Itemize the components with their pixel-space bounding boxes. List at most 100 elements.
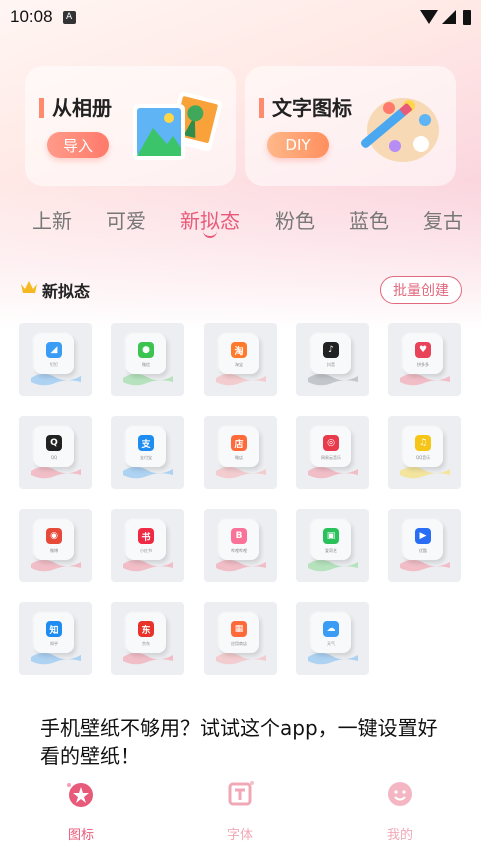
icon-app-name: 应用商店 [231,641,247,646]
icon-tile[interactable]: ● 微信 [111,323,184,396]
profile-tab-icon [388,782,412,806]
icon-tile[interactable]: ♫ QQ音乐 [388,416,461,489]
crown-icon [21,281,37,293]
icon-app-name: 支付宝 [140,455,152,460]
icon-preview: 支支付宝 [126,427,166,467]
icon-app-name: QQ [50,455,58,460]
batch-create-button[interactable]: 批量创建 [380,276,462,304]
battery-icon [463,9,471,25]
photo-gallery-icon [133,91,223,160]
icon-app-name: 天气 [327,641,335,646]
tab-retro[interactable]: 复古 [423,205,463,234]
promo-text[interactable]: 手机壁纸不够用？试试这个app，一键设置好看的壁纸！ [40,714,450,770]
icon-app-name: 微信 [142,362,150,367]
status-time: 10:08 [10,7,53,26]
icon-app-name: 抖音 [327,362,335,367]
icon-tile[interactable]: ♥ 拼多多 [388,323,461,396]
app-logo-icon: Q [46,435,62,451]
paint-palette-icon [361,98,439,162]
status-indicators [420,9,471,25]
icon-preview: 知知乎 [34,613,74,653]
icon-tile[interactable]: 店微店 [204,416,277,489]
icon-app-name: 淘宝 [235,362,243,367]
signal-icon [442,10,456,24]
icon-app-name: 知乎 [50,641,58,646]
app-logo-icon: 东 [138,621,154,637]
bottom-nav: 图标 字体 我的 [0,770,481,855]
icon-tile[interactable]: ◉ 微博 [19,509,92,582]
diy-button[interactable]: DIY [267,132,329,158]
icon-preview: ♪ 抖音 [311,334,351,374]
icon-app-name: 小红书 [140,548,152,553]
icon-tile[interactable]: ▶ 优酷 [388,509,461,582]
icon-preview: 店微店 [219,427,259,467]
section-header: 新拟态 批量创建 [20,276,462,304]
icon-app-name: 哔哩哔哩 [231,548,247,553]
notification-icon: A [62,10,76,24]
app-logo-icon: ● [138,342,154,358]
icon-tile[interactable]: 东京东 [111,602,184,675]
card-title: 文字图标 [259,98,352,118]
tab-neumorphism[interactable]: 新拟态 [180,205,240,238]
icon-preview: B 哔哩哔哩 [219,520,259,560]
app-logo-icon: 店 [231,435,247,451]
icon-grid: ◢ 钉钉 ● 微信淘淘宝 ♪ 抖音 ♥ 拼多多 Q QQ 支支付宝店微店 ◎ 网易云音乐 ♫ QQ音乐 ◉ 微博… [19,323,463,675]
app-logo-icon: ☁ [323,621,339,637]
tab-active-indicator [203,231,217,238]
nav-fonts[interactable]: 字体 [200,778,280,844]
icon-tile[interactable]: ♪ 抖音 [296,323,369,396]
icon-tile[interactable]: ◎ 网易云音乐 [296,416,369,489]
icon-app-name: 微博 [50,548,58,553]
app-logo-icon: ◎ [323,435,339,451]
status-bar: 10:08 A [0,0,481,34]
tab-blue[interactable]: 蓝色 [349,205,389,234]
app-logo-icon: ♫ [415,435,431,451]
icon-tile[interactable]: ☁ 天气 [296,602,369,675]
nav-label: 我的 [386,828,413,843]
icon-preview: ▶ 优酷 [403,520,443,560]
icon-tile[interactable]: 淘淘宝 [204,323,277,396]
nav-profile[interactable]: 我的 [360,778,440,844]
import-button[interactable]: 导入 [47,132,109,158]
tab-pink[interactable]: 粉色 [275,205,315,234]
icon-preview: 书小红书 [126,520,166,560]
icon-preview: ♫ QQ音乐 [403,427,443,467]
category-tabs: 上新 可爱 新拟态 粉色 蓝色 复古 [0,205,481,241]
tab-cute[interactable]: 可爱 [106,205,146,234]
nav-icons[interactable]: 图标 [41,778,121,844]
card-title: 从相册 [39,98,112,118]
icon-preview: ▦ 应用商店 [219,613,259,653]
icon-preview: ▣ 爱奇艺 [311,520,351,560]
header-fade [0,180,481,330]
icon-tile[interactable]: ▦ 应用商店 [204,602,277,675]
icon-tile[interactable]: 知知乎 [19,602,92,675]
nav-label: 字体 [226,828,253,843]
app-logo-icon: 支 [138,435,154,451]
icon-preview: ● 微信 [126,334,166,374]
app-logo-icon: ▣ [323,528,339,544]
icon-tile[interactable]: 支支付宝 [111,416,184,489]
icons-tab-icon [67,783,93,807]
section-title: 新拟态 [42,282,91,301]
icon-preview: ◎ 网易云音乐 [311,427,351,467]
icon-app-name: 微店 [235,455,243,460]
icon-app-name: QQ音乐 [415,455,431,460]
tab-new[interactable]: 上新 [32,205,72,234]
icon-tile[interactable]: ▣ 爱奇艺 [296,509,369,582]
icon-tile[interactable]: B 哔哩哔哩 [204,509,277,582]
icon-tile[interactable]: ◢ 钉钉 [19,323,92,396]
app-logo-icon: 知 [46,621,62,637]
icon-preview: 东京东 [126,613,166,653]
icon-tile[interactable]: Q QQ [19,416,92,489]
text-icon-diy-card[interactable]: 文字图标 DIY [245,66,456,186]
icon-preview: 淘淘宝 [219,334,259,374]
icon-app-name: 网易云音乐 [321,455,341,460]
app-logo-icon: ♪ [323,342,339,358]
import-from-album-card[interactable]: 从相册 导入 [25,66,236,186]
app-logo-icon: ◉ [46,528,62,544]
icon-preview: ♥ 拼多多 [403,334,443,374]
wifi-icon [420,10,438,24]
icon-tile[interactable]: 书小红书 [111,509,184,582]
fonts-tab-icon [228,781,254,806]
app-logo-icon: 书 [138,528,154,544]
